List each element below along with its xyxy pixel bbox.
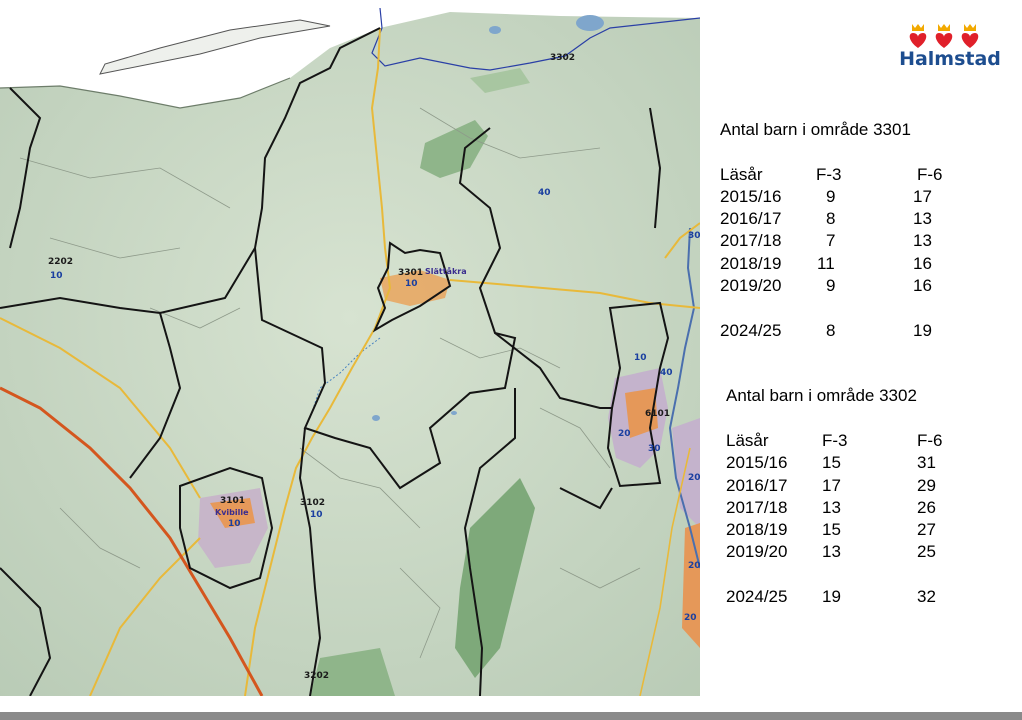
map-road-number: 40 xyxy=(538,188,551,198)
cell-f3: 9 xyxy=(826,187,836,206)
map-label-2202-road: 10 xyxy=(50,271,63,281)
cell-f3: 8 xyxy=(826,321,836,340)
cell-year: 2017/18 xyxy=(726,498,788,517)
cell-year: 2017/18 xyxy=(720,231,782,250)
cell-year: 2016/17 xyxy=(720,209,782,228)
map-label-6101: 6101 xyxy=(645,409,670,419)
table-area-3302: Antal barn i område 3302 Läsår F-3 F-6 2… xyxy=(726,386,1006,616)
map-label-3102: 3102 xyxy=(300,498,325,508)
map-label-3101-road: 10 xyxy=(228,519,241,529)
cell-year: 2019/20 xyxy=(726,542,788,561)
map-label-2202: 2202 xyxy=(48,257,73,267)
header-f3: F-3 xyxy=(816,165,842,184)
map-lake xyxy=(489,26,501,34)
cell-year: 2024/25 xyxy=(726,587,788,606)
cell-f3: 8 xyxy=(826,209,836,228)
cell-f3: 15 xyxy=(822,520,841,539)
cell-f6: 29 xyxy=(917,476,936,495)
cell-f3: 13 xyxy=(822,498,841,517)
map-road-number: 30 xyxy=(688,231,700,241)
header-lasar: Läsår xyxy=(726,431,769,450)
map-road-number: 40 xyxy=(660,368,673,378)
map-label-3301: 3301 xyxy=(398,268,423,278)
crown-heart xyxy=(961,24,979,48)
cell-year: 2018/19 xyxy=(726,520,788,539)
cell-f6: 17 xyxy=(913,187,932,206)
logo-text: Halmstad xyxy=(899,48,1001,70)
header-f6: F-6 xyxy=(917,165,943,184)
bottom-bar xyxy=(0,712,1022,720)
cell-year: 2019/20 xyxy=(720,276,782,295)
cell-f6: 27 xyxy=(917,520,936,539)
cell-f3: 13 xyxy=(822,542,841,561)
cell-f3: 7 xyxy=(826,231,836,250)
cell-f6: 19 xyxy=(913,321,932,340)
map-road-number: 10 xyxy=(634,353,647,363)
cell-f6: 16 xyxy=(913,276,932,295)
header-f6: F-6 xyxy=(917,431,943,450)
map-lake xyxy=(372,415,380,421)
map-background xyxy=(0,8,700,696)
cell-f3: 11 xyxy=(817,254,835,273)
cell-year: 2024/25 xyxy=(720,321,782,340)
map-town-halmstad-edge xyxy=(682,523,700,648)
map-road-number: 20 xyxy=(618,429,631,439)
map-label-3202: 3202 xyxy=(304,671,329,681)
map-label-3101: 3101 xyxy=(220,496,245,506)
map-road-number: 20 xyxy=(684,613,697,623)
cell-f3: 9 xyxy=(826,276,836,295)
map-place-slattakra: Slättåkra xyxy=(425,266,467,276)
cell-f6: 25 xyxy=(917,542,936,561)
crown-heart xyxy=(909,24,927,48)
map-place-kvibille: Kvibille xyxy=(215,508,249,517)
three-crowned-hearts-icon xyxy=(909,24,979,48)
map-label-3301-road: 10 xyxy=(405,279,418,289)
map-road-number: 20 xyxy=(688,561,700,571)
map-area[interactable]: 3302 2202 10 3301 10 Slättåkra 6101 3101… xyxy=(0,8,700,696)
cell-f6: 16 xyxy=(913,254,932,273)
table-title: Antal barn i område 3301 xyxy=(720,120,911,139)
map-label-3102-road: 10 xyxy=(310,510,323,520)
cell-f6: 32 xyxy=(917,587,936,606)
cell-f3: 19 xyxy=(822,587,841,606)
cell-f6: 31 xyxy=(917,453,936,472)
top-edge xyxy=(0,0,1022,2)
cell-year: 2015/16 xyxy=(726,453,788,472)
cell-f3: 17 xyxy=(822,476,841,495)
header-lasar: Läsår xyxy=(720,165,763,184)
cell-f6: 13 xyxy=(913,209,932,228)
map-lake xyxy=(451,411,457,415)
cell-year: 2018/19 xyxy=(720,254,782,273)
table-title: Antal barn i område 3302 xyxy=(726,386,917,405)
halmstad-logo: Halmstad xyxy=(898,22,1002,72)
map-label-3302: 3302 xyxy=(550,53,575,63)
map-road-number: 20 xyxy=(688,473,700,483)
map-road-number: 30 xyxy=(648,444,661,454)
cell-year: 2015/16 xyxy=(720,187,782,206)
map-lake xyxy=(576,15,604,31)
header-f3: F-3 xyxy=(822,431,848,450)
crown-heart xyxy=(935,24,953,48)
cell-f6: 26 xyxy=(917,498,936,517)
cell-f6: 13 xyxy=(913,231,932,250)
cell-f3: 15 xyxy=(822,453,841,472)
table-area-3301: Antal barn i område 3301 Läsår F-3 F-6 2… xyxy=(720,120,1000,350)
cell-year: 2016/17 xyxy=(726,476,788,495)
map[interactable]: 3302 2202 10 3301 10 Slättåkra 6101 3101… xyxy=(0,8,700,696)
